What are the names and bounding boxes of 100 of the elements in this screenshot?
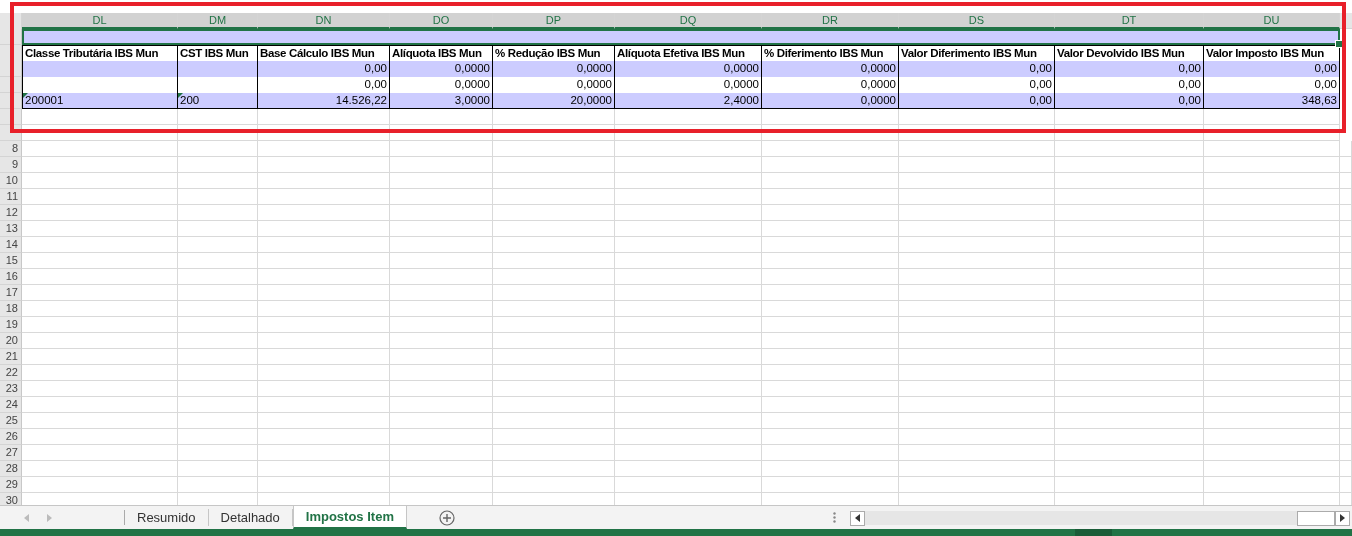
grid-cell[interactable] [1340,397,1352,413]
grid-cell[interactable] [258,189,390,205]
grid-cell[interactable] [899,253,1055,269]
grid-cell[interactable] [178,429,258,445]
grid-cell[interactable] [1055,445,1204,461]
grid-cell[interactable] [615,157,762,173]
grid-cell[interactable] [1204,445,1340,461]
grid-cell[interactable] [899,333,1055,349]
grid-cell[interactable] [178,141,258,157]
grid-cell[interactable] [1204,173,1340,189]
grid-cell[interactable] [899,365,1055,381]
grid-cell[interactable] [1340,285,1352,301]
grid-cell[interactable] [390,461,493,477]
grid-cell[interactable] [1055,381,1204,397]
grid-cell[interactable] [899,157,1055,173]
grid-cell[interactable] [762,397,899,413]
grid-cell[interactable] [22,413,178,429]
grid-cell[interactable] [762,365,899,381]
grid-cell[interactable] [22,301,178,317]
grid-cell[interactable] [762,301,899,317]
grid-cell[interactable] [1340,173,1352,189]
grid-cell[interactable] [390,333,493,349]
grid-cell[interactable] [762,349,899,365]
grid-cell[interactable] [899,397,1055,413]
grid-cell[interactable] [1204,397,1340,413]
grid-cell[interactable] [22,397,178,413]
grid-cell[interactable] [615,461,762,477]
row-number[interactable]: 23 [0,381,22,397]
grid-cell[interactable] [258,221,390,237]
grid-cell[interactable] [390,477,493,493]
grid-cell[interactable] [1055,285,1204,301]
grid-cell[interactable] [615,301,762,317]
column-header[interactable]: DT [1055,13,1204,29]
grid-cell[interactable] [1204,253,1340,269]
grid-cell[interactable] [493,109,615,125]
grid-cell[interactable] [1340,269,1352,285]
column-header[interactable]: DO [390,13,493,29]
grid-cell[interactable] [1055,109,1204,125]
grid-cell[interactable] [1055,157,1204,173]
grid-cell[interactable] [1055,205,1204,221]
drag-handle-icon[interactable] [833,512,836,523]
grid-cell[interactable] [762,461,899,477]
grid-cell[interactable] [390,445,493,461]
grid-cell[interactable] [1204,189,1340,205]
grid-cell[interactable] [22,317,178,333]
row-number[interactable]: 21 [0,349,22,365]
grid-cell[interactable] [1204,141,1340,157]
grid-cell[interactable] [762,141,899,157]
grid-cell[interactable] [178,205,258,221]
grid-cell[interactable] [178,397,258,413]
grid-cell[interactable] [762,477,899,493]
grid-cell[interactable] [1340,461,1352,477]
grid-cell[interactable] [390,253,493,269]
grid-cell[interactable] [493,349,615,365]
grid-cell[interactable] [178,381,258,397]
grid-cell[interactable] [493,141,615,157]
grid-cell[interactable] [899,109,1055,125]
row-number[interactable]: 24 [0,397,22,413]
grid-cell[interactable] [178,157,258,173]
grid-cell[interactable] [615,365,762,381]
grid-cell[interactable] [1055,269,1204,285]
grid-cell[interactable] [22,173,178,189]
row-number[interactable]: 26 [0,429,22,445]
grid-cell[interactable] [1204,429,1340,445]
grid-cell[interactable] [1204,285,1340,301]
grid-cell[interactable] [1204,365,1340,381]
selected-merged-cell[interactable] [22,29,1340,45]
grid-cell[interactable] [1055,477,1204,493]
grid-cell[interactable] [178,445,258,461]
grid-cell[interactable] [258,173,390,189]
grid-cell[interactable] [1204,125,1340,141]
row-number[interactable]: 13 [0,221,22,237]
column-header[interactable]: DM [178,13,258,29]
grid-cell[interactable] [178,189,258,205]
grid-cell[interactable] [1204,205,1340,221]
row-number[interactable]: 8 [0,141,22,157]
grid-cell[interactable] [258,349,390,365]
grid-cell[interactable] [1340,141,1352,157]
grid-cell[interactable] [493,365,615,381]
grid-cell[interactable] [899,349,1055,365]
grid-cell[interactable] [22,205,178,221]
grid-cell[interactable] [493,221,615,237]
grid-cell[interactable] [258,461,390,477]
grid-cell[interactable] [258,253,390,269]
grid-cell[interactable] [1055,253,1204,269]
grid-cell[interactable] [1340,189,1352,205]
add-sheet-icon[interactable] [438,509,455,526]
row-number[interactable]: 30 [0,493,22,505]
grid-cell[interactable] [899,269,1055,285]
grid-cell[interactable] [258,301,390,317]
grid-cell[interactable] [22,157,178,173]
grid-cell[interactable] [258,429,390,445]
grid-cell[interactable] [258,285,390,301]
grid-cell[interactable] [390,141,493,157]
grid-cell[interactable] [762,413,899,429]
grid-cell[interactable] [1055,141,1204,157]
grid-cell[interactable] [899,221,1055,237]
grid-cell[interactable] [899,125,1055,141]
grid-cell[interactable] [1204,157,1340,173]
grid-cell[interactable] [1204,381,1340,397]
